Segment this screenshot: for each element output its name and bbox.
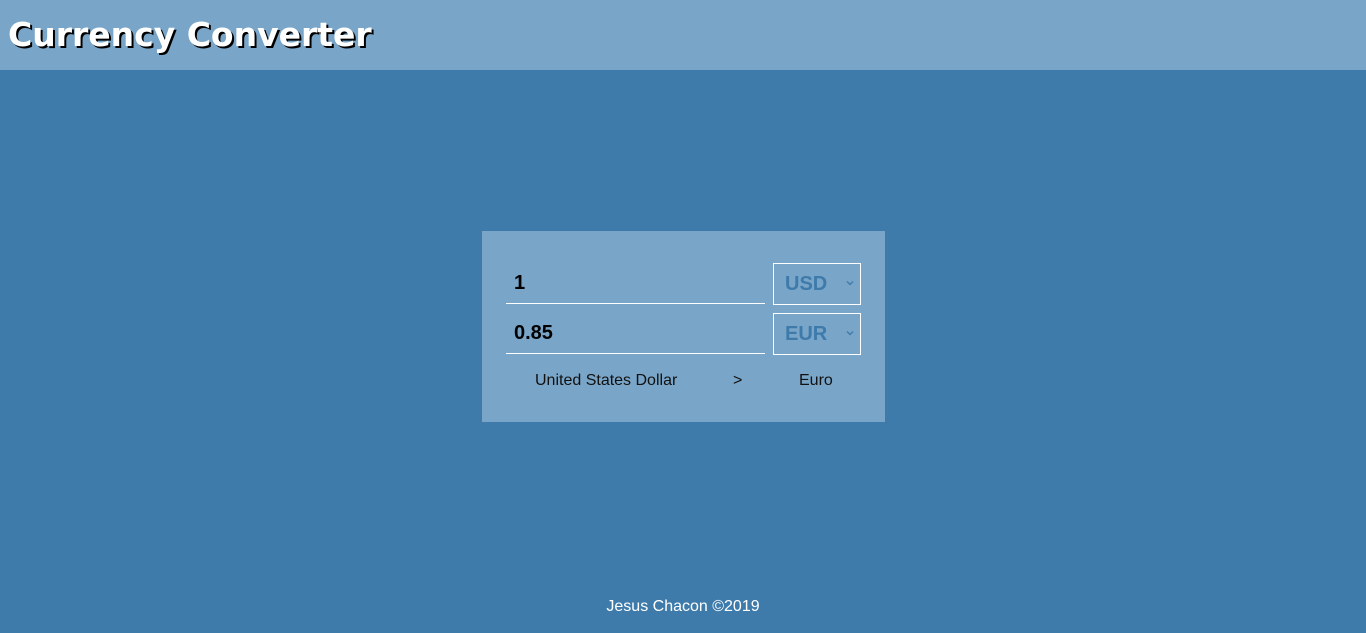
footer-credit: Jesus Chacon ©2019	[606, 598, 760, 615]
to-currency-select[interactable]: EUR	[773, 313, 861, 355]
to-amount-input[interactable]	[506, 314, 765, 354]
from-amount-input[interactable]	[506, 264, 765, 304]
from-currency-code: USD	[785, 272, 828, 295]
app-header: Currency Converter	[0, 0, 1366, 70]
app-title: Currency Converter	[8, 15, 372, 54]
chevron-down-icon	[846, 331, 854, 336]
converter-card: USD EUR United States Dollar > Euro	[482, 231, 885, 422]
direction-arrow: >	[733, 372, 743, 389]
to-currency-code: EUR	[785, 322, 828, 345]
chevron-down-icon	[846, 281, 854, 286]
to-currency-name: Euro	[799, 372, 833, 389]
from-currency-name: United States Dollar	[535, 372, 678, 389]
from-currency-select[interactable]: USD	[773, 263, 861, 305]
